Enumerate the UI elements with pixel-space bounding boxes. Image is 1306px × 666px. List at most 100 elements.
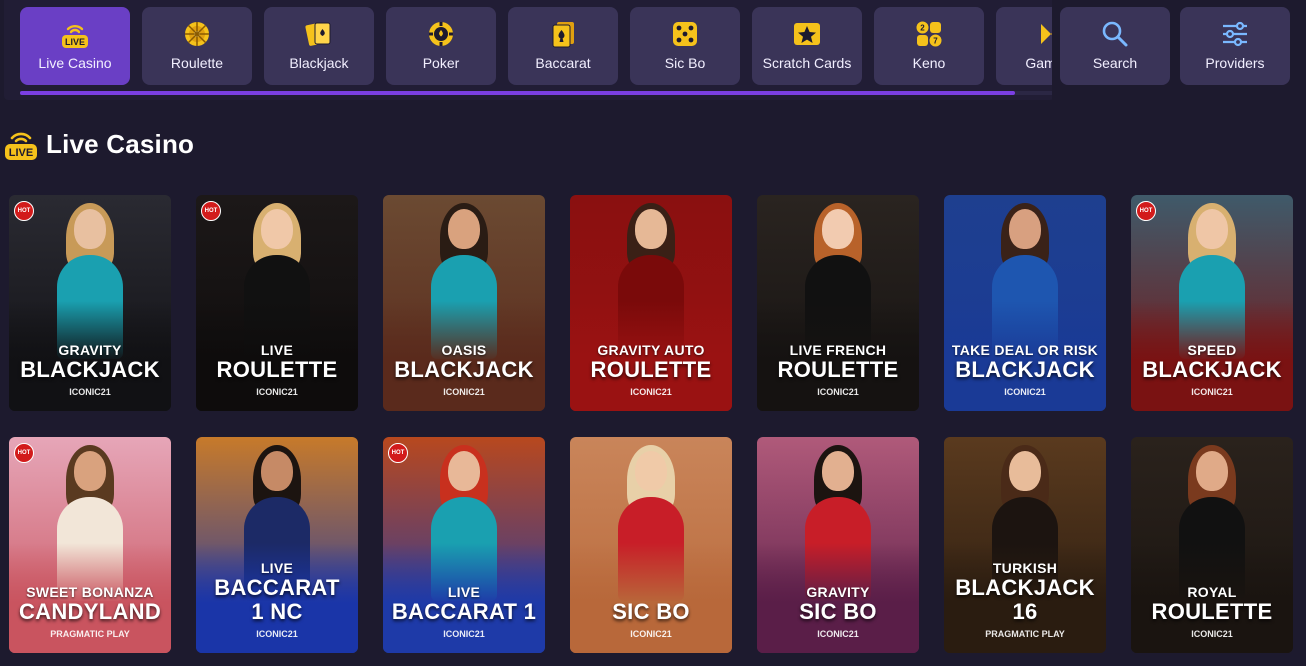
category-tab[interactable]: Poker bbox=[386, 7, 496, 85]
providers-button[interactable]: Providers bbox=[1180, 7, 1290, 85]
live-icon: LIVE bbox=[5, 132, 37, 160]
game-title: ROULETTE bbox=[590, 357, 712, 382]
game-title-block: GRAVITY AUTO ROULETTE ICONIC21 bbox=[570, 342, 732, 398]
game-title: BLACKJACK bbox=[955, 357, 1095, 382]
category-label: Game S bbox=[1025, 55, 1054, 71]
game-subtitle: GRAVITY bbox=[806, 584, 870, 600]
nav-actions: Search Providers bbox=[1052, 0, 1306, 100]
game-title: ROULETTE bbox=[777, 357, 899, 382]
star-ticket-icon bbox=[792, 19, 822, 49]
game-provider: ICONIC21 bbox=[443, 629, 485, 639]
category-tab[interactable]: Game S bbox=[996, 7, 1054, 85]
category-tab[interactable]: Scratch Cards bbox=[752, 7, 862, 85]
category-tab[interactable]: 2 7 Keno bbox=[874, 7, 984, 85]
game-provider: ICONIC21 bbox=[69, 387, 111, 397]
game-title-block: LIVE ROULETTE ICONIC21 bbox=[196, 342, 358, 398]
hot-badge: HOT bbox=[14, 201, 34, 221]
game-title: ROULETTE bbox=[1151, 599, 1273, 624]
game-card[interactable]: HOT GRAVITY BLACKJACK ICONIC21 bbox=[9, 195, 171, 411]
category-label: Scratch Cards bbox=[762, 55, 852, 71]
search-button[interactable]: Search bbox=[1060, 7, 1170, 85]
game-title-block: GRAVITY BLACKJACK ICONIC21 bbox=[9, 343, 171, 398]
category-tab[interactable]: LIVE Live Casino bbox=[20, 7, 130, 85]
game-title-block: LIVE FRENCH ROULETTE ICONIC21 bbox=[757, 342, 919, 398]
game-title-block: TURKISH BLACKJACK 16 PRAGMATIC PLAY bbox=[944, 560, 1106, 640]
category-nav: LIVE Live Casino Roulette Blackjack Poker Bac… bbox=[4, 0, 1056, 100]
game-card[interactable]: LIVE FRENCH ROULETTE ICONIC21 bbox=[757, 195, 919, 411]
category-scrollbar[interactable] bbox=[20, 91, 1056, 95]
game-title-block: ROYAL ROULETTE ICONIC21 bbox=[1131, 584, 1293, 640]
game-card[interactable]: HOT LIVE BACCARAT 1 ICONIC21 bbox=[383, 437, 545, 653]
game-provider: PRAGMATIC PLAY bbox=[985, 629, 1065, 639]
game-title-block: LIVE BACCARAT 1 NC ICONIC21 bbox=[196, 561, 358, 640]
category-tab[interactable]: Sic Bo bbox=[630, 7, 740, 85]
game-provider: ICONIC21 bbox=[630, 387, 672, 397]
category-tab[interactable]: Blackjack bbox=[264, 7, 374, 85]
game-title-block: SWEET BONANZA CANDYLAND PRAGMATIC PLAY bbox=[9, 584, 171, 640]
game-title: 1 NC bbox=[251, 599, 303, 624]
game-title-block: SIC BO ICONIC21 bbox=[570, 600, 732, 640]
game-title: BACCARAT bbox=[214, 575, 340, 600]
category-label: Poker bbox=[422, 55, 460, 71]
live-icon: LIVE bbox=[61, 19, 89, 49]
game-card[interactable]: HOT SPEED BLACKJACK ICONIC21 bbox=[1131, 195, 1293, 411]
game-card[interactable]: ROYAL ROULETTE ICONIC21 bbox=[1131, 437, 1293, 653]
game-card[interactable]: SIC BO ICONIC21 bbox=[570, 437, 732, 653]
hot-badge: HOT bbox=[14, 443, 34, 463]
sliders-icon bbox=[1220, 19, 1250, 49]
page-title: Live Casino bbox=[46, 128, 195, 159]
game-provider: ICONIC21 bbox=[817, 629, 859, 639]
game-provider: ICONIC21 bbox=[443, 387, 485, 397]
keno-balls-icon: 27 bbox=[915, 19, 943, 49]
game-title: SIC BO bbox=[799, 599, 877, 624]
providers-label: Providers bbox=[1205, 55, 1265, 71]
game-grid: HOT GRAVITY BLACKJACK ICONIC21 HOT LIVE ROULET… bbox=[9, 195, 1293, 653]
game-title-block: TAKE DEAL OR RISK BLACKJACK ICONIC21 bbox=[944, 343, 1106, 398]
dice-icon bbox=[671, 19, 699, 49]
game-provider: ICONIC21 bbox=[630, 629, 672, 639]
category-tab[interactable]: Roulette bbox=[142, 7, 252, 85]
spade-cards-icon bbox=[549, 19, 577, 49]
category-tab[interactable]: Baccarat bbox=[508, 7, 618, 85]
game-title: BACCARAT 1 bbox=[391, 599, 537, 624]
game-subtitle: LIVE bbox=[447, 584, 481, 600]
category-list: LIVE Live Casino Roulette Blackjack Poker Bac… bbox=[20, 7, 1054, 85]
game-subtitle: ROYAL bbox=[1187, 584, 1237, 600]
game-provider: ICONIC21 bbox=[817, 387, 859, 397]
game-card[interactable]: TURKISH BLACKJACK 16 PRAGMATIC PLAY bbox=[944, 437, 1106, 653]
game-provider: ICONIC21 bbox=[256, 629, 298, 639]
game-title-block: GRAVITY SIC BO ICONIC21 bbox=[757, 584, 919, 640]
game-provider: ICONIC21 bbox=[256, 387, 298, 397]
game-subtitle: TURKISH bbox=[992, 560, 1058, 576]
search-icon bbox=[1101, 19, 1129, 49]
poker-chip-icon bbox=[427, 19, 455, 49]
game-subtitle: LIVE FRENCH bbox=[789, 342, 887, 358]
game-card[interactable]: HOT SWEET BONANZA CANDYLAND PRAGMATIC PLAY bbox=[9, 437, 171, 653]
game-subtitle: SWEET BONANZA bbox=[26, 584, 154, 600]
category-scrollbar-thumb[interactable] bbox=[20, 91, 1015, 95]
game-subtitle: OASIS bbox=[441, 342, 487, 358]
game-card[interactable]: GRAVITY AUTO ROULETTE ICONIC21 bbox=[570, 195, 732, 411]
game-card[interactable]: TAKE DEAL OR RISK BLACKJACK ICONIC21 bbox=[944, 195, 1106, 411]
game-card[interactable]: HOT LIVE ROULETTE ICONIC21 bbox=[196, 195, 358, 411]
section-header: LIVE Live Casino bbox=[4, 126, 194, 162]
game-title-block: SPEED BLACKJACK ICONIC21 bbox=[1131, 342, 1293, 398]
category-label: Baccarat bbox=[535, 55, 591, 71]
game-card[interactable]: OASIS BLACKJACK ICONIC21 bbox=[383, 195, 545, 411]
game-title: CANDYLAND bbox=[18, 599, 162, 624]
game-title: BLACKJACK bbox=[20, 357, 160, 382]
live-badge-text: LIVE bbox=[9, 147, 33, 159]
game-subtitle: GRAVITY AUTO bbox=[597, 342, 705, 358]
game-subtitle: LIVE bbox=[260, 342, 294, 358]
category-label: Blackjack bbox=[289, 55, 349, 71]
game-title: BLACKJACK bbox=[394, 357, 534, 382]
hot-badge: HOT bbox=[388, 443, 408, 463]
game-card[interactable]: LIVE BACCARAT 1 NC ICONIC21 bbox=[196, 437, 358, 653]
svg-text:2: 2 bbox=[920, 24, 925, 33]
category-label: Roulette bbox=[170, 55, 224, 71]
cards-icon bbox=[304, 19, 334, 49]
roulette-icon bbox=[183, 19, 211, 49]
game-provider: ICONIC21 bbox=[1004, 387, 1046, 397]
game-card[interactable]: GRAVITY SIC BO ICONIC21 bbox=[757, 437, 919, 653]
game-subtitle: SPEED bbox=[1187, 342, 1237, 358]
